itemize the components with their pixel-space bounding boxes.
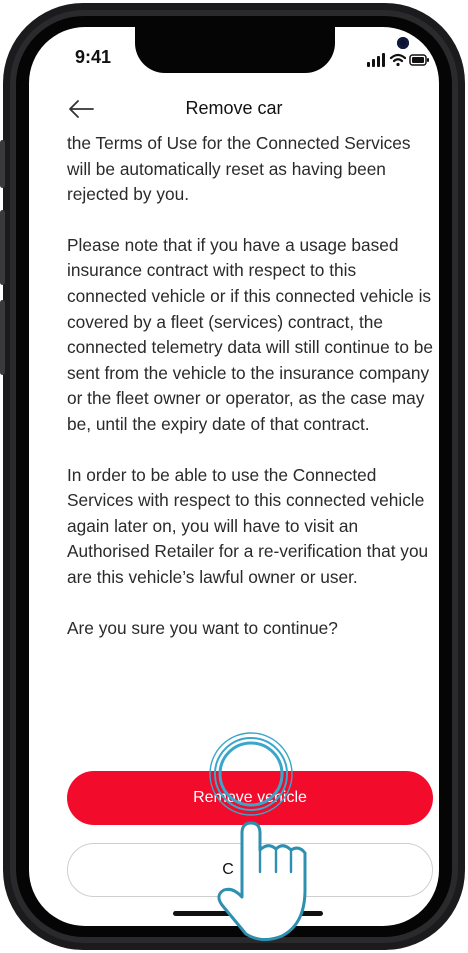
signal-icon [367,53,385,67]
paragraph-confirm-question: Are you sure you want to continue? [67,617,338,638]
notch [135,27,409,73]
paragraph-reverification: In order to be able to use the Connected… [67,464,429,587]
status-time: 9:41 [75,47,112,67]
side-button-volume-down [0,300,5,375]
remove-vehicle-label: Remove vehicle [193,789,307,806]
paragraph-telemetry-note: Please note that if you have a usage bas… [67,234,433,434]
app-screen: 9:41 Remove car the Terms of Use for the… [29,27,439,926]
home-indicator[interactable] [173,911,323,916]
battery-icon [409,54,429,66]
cancel-button[interactable]: C [67,843,433,897]
page-title: Remove car [185,98,283,118]
status-icons [367,53,429,67]
remove-vehicle-button[interactable]: Remove vehicle [67,771,433,825]
wifi-icon [389,53,407,67]
warning-text: the Terms of Use for the Connected Servi… [67,131,439,666]
paragraph-terms-reset: the Terms of Use for the Connected Servi… [67,133,411,205]
camera-icon [397,37,409,49]
side-button-volume-up [0,210,5,285]
side-button-silent [0,140,5,188]
cancel-label: C [222,861,234,878]
